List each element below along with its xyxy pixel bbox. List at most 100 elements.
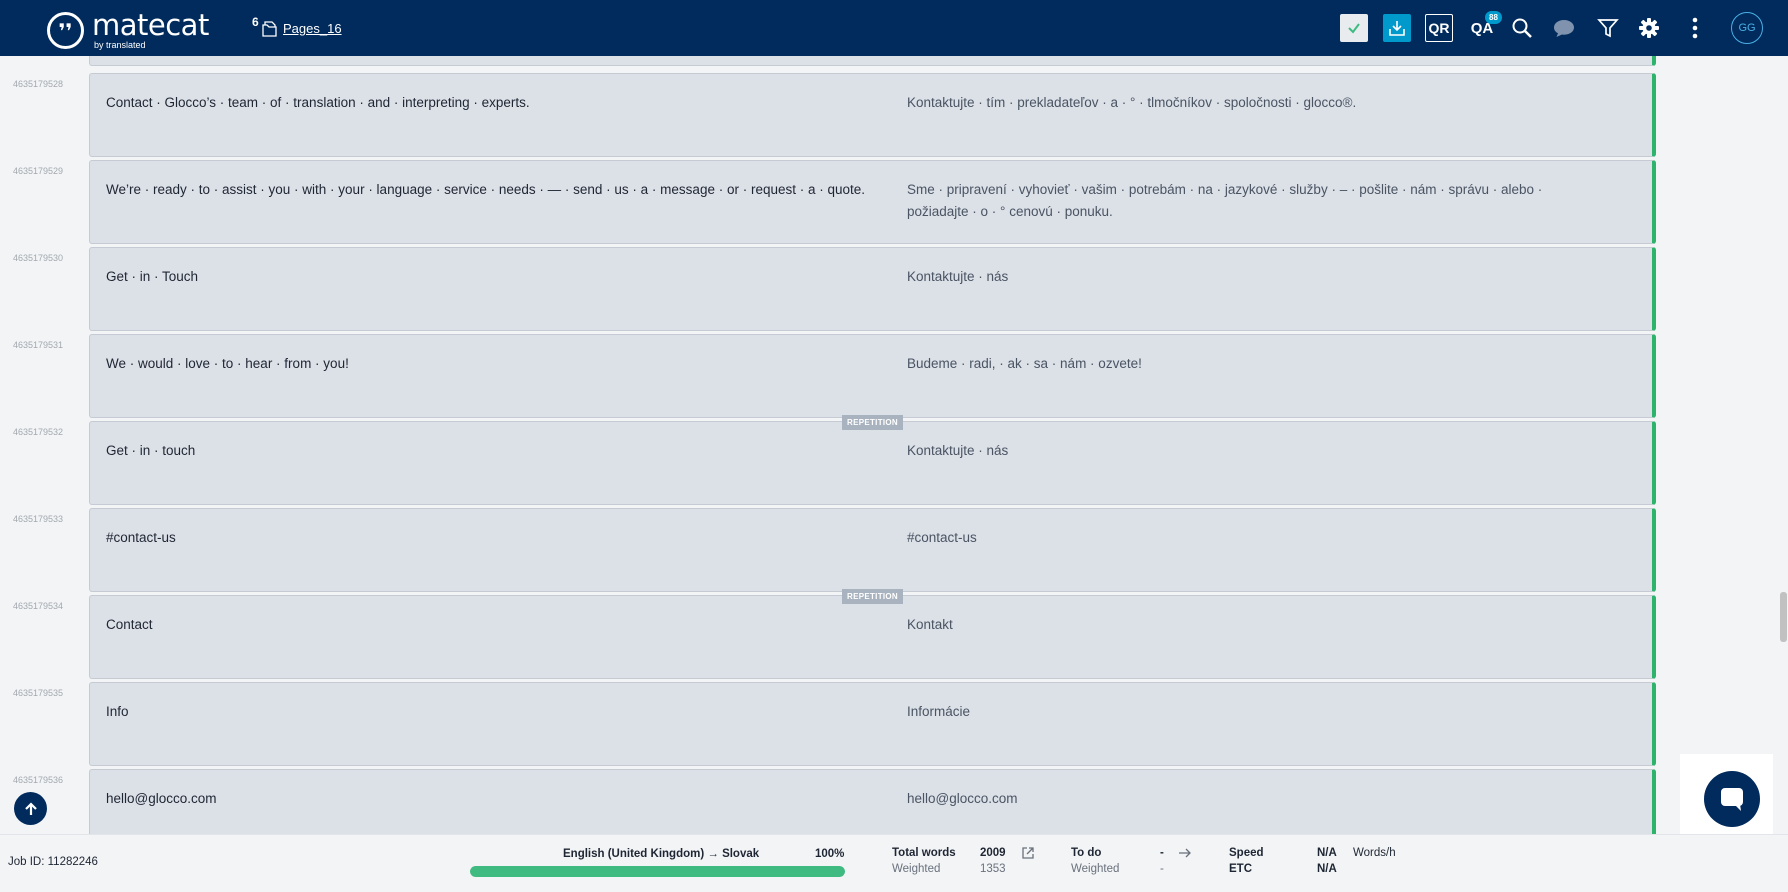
download-icon xyxy=(1389,21,1405,36)
segment-source: hello@glocco.com xyxy=(106,791,217,806)
segment-row[interactable]: 4635179531 We · would · love · to · hear… xyxy=(0,334,1778,418)
repetition-badge: REPETITION xyxy=(842,589,904,604)
etc-value: N/A xyxy=(1317,863,1337,875)
segment-id: 4635179528 xyxy=(13,79,64,89)
qa-button[interactable]: QA 88 xyxy=(1467,11,1502,42)
segment-source: Contact · Glocco’s · team · of · transla… xyxy=(106,95,530,110)
search-button[interactable] xyxy=(1508,14,1536,42)
segment-box[interactable]: Get · in · Touch Kontaktujte · nás xyxy=(89,247,1656,331)
segment-row[interactable]: 4635179528 Contact · Glocco’s · team · o… xyxy=(0,73,1778,157)
user-avatar[interactable]: GG xyxy=(1731,12,1763,44)
filter-icon xyxy=(1597,19,1619,38)
scrollbar-thumb[interactable] xyxy=(1780,592,1787,642)
chat-button[interactable] xyxy=(1704,771,1760,827)
segment-target[interactable]: hello@glocco.com xyxy=(907,788,1607,810)
external-link-icon[interactable] xyxy=(1021,846,1035,860)
total-words-value: 2009 xyxy=(980,847,1006,859)
scroll-to-top-button[interactable] xyxy=(14,792,47,825)
segment-target[interactable]: Kontaktujte · nás xyxy=(907,440,1607,462)
segment-source: We’re · ready · to · assist · you · with… xyxy=(106,182,866,197)
segment-list: 4635179528 Contact · Glocco’s · team · o… xyxy=(0,56,1778,834)
segment-box[interactable]: #contact-us #contact-us xyxy=(89,508,1656,592)
todo-value: - xyxy=(1160,847,1164,859)
comment-icon xyxy=(1554,20,1574,37)
brand-name: matecat xyxy=(92,8,209,42)
segment-row[interactable]: 4635179536 hello@glocco.com hello@glocco… xyxy=(0,769,1778,834)
weighted-value: 1353 xyxy=(980,863,1006,875)
speed-label: Speed xyxy=(1229,847,1264,859)
segment-row[interactable]: 4635179535 Info Informácie xyxy=(0,682,1778,766)
segment-box[interactable]: We’re · ready · to · assist · you · with… xyxy=(89,160,1656,244)
gear-icon xyxy=(1639,18,1659,38)
segment-source: We · would · love · to · hear · from · y… xyxy=(106,356,349,371)
filter-button[interactable] xyxy=(1594,14,1622,42)
etc-label: ETC xyxy=(1229,863,1252,875)
matecat-logo[interactable]: ❜❜ matecat by translated xyxy=(47,11,209,50)
segment-id: 4635179535 xyxy=(13,688,64,698)
chat-widget xyxy=(1680,754,1773,845)
qa-badge: 88 xyxy=(1485,11,1502,24)
pages-count: 6 xyxy=(252,15,259,29)
segment-row[interactable]: 4635179533 #contact-us #contact-us xyxy=(0,508,1778,592)
segment-target[interactable]: Informácie xyxy=(907,701,1607,723)
segment-target[interactable]: Kontaktujte · tím · prekladateľov · a · … xyxy=(907,92,1607,114)
segment-target[interactable]: #contact-us xyxy=(907,527,1607,549)
segment-id: 4635179532 xyxy=(13,427,64,437)
more-vertical-icon xyxy=(1692,17,1698,39)
repetition-badge: REPETITION xyxy=(842,415,904,430)
progress-percent: 100% xyxy=(815,848,845,860)
segment-box[interactable]: hello@glocco.com hello@glocco.com xyxy=(89,769,1656,834)
files-icon xyxy=(262,21,277,37)
segment-row[interactable]: 4635179534 REPETITION Contact Kontakt xyxy=(0,589,1778,679)
progress-bar xyxy=(470,866,845,877)
segment-source: Get · in · touch xyxy=(106,443,196,458)
segment-target[interactable]: Sme · pripravení · vyhovieť · vašim · po… xyxy=(907,179,1607,223)
pages-name-link[interactable]: Pages_16 xyxy=(283,21,342,36)
segment-row[interactable]: 4635179532 REPETITION Get · in · touch K… xyxy=(0,415,1778,505)
segment-id: 4635179534 xyxy=(13,601,64,611)
chat-icon xyxy=(1721,788,1743,811)
todo-weighted-label: Weighted xyxy=(1071,863,1120,875)
segment-target[interactable]: Kontakt xyxy=(907,614,1607,636)
segment-row[interactable]: 4635179530 Get · in · Touch Kontaktujte … xyxy=(0,247,1778,331)
segment-target[interactable]: Kontaktujte · nás xyxy=(907,266,1607,288)
language-pair: English (United Kingdom) → Slovak xyxy=(563,848,760,860)
segment-source: Contact xyxy=(106,617,153,632)
brand-sub: by translated xyxy=(94,40,146,50)
segment-box[interactable]: REPETITION Contact Kontakt xyxy=(89,589,1656,679)
segment-source: Info xyxy=(106,704,129,719)
download-button[interactable] xyxy=(1383,14,1411,42)
segment-target[interactable]: Budeme · radi, · ak · sa · nám · ozvete! xyxy=(907,353,1607,375)
speed-unit: Words/h xyxy=(1353,847,1396,859)
segment-row[interactable]: 4635179529 We’re · ready · to · assist ·… xyxy=(0,160,1778,244)
quality-report-button[interactable]: QR xyxy=(1425,14,1453,42)
progress-fill xyxy=(470,866,845,877)
comments-button[interactable] xyxy=(1550,14,1578,42)
arrow-up-icon xyxy=(24,801,37,815)
arrow-right-icon[interactable] xyxy=(1178,847,1192,859)
segment-id: 4635179531 xyxy=(13,340,64,350)
logo-quote-icon: ❜❜ xyxy=(47,12,84,49)
segment-row-partial[interactable] xyxy=(89,56,1656,66)
segment-source: Get · in · Touch xyxy=(106,269,199,284)
segment-box[interactable]: Contact · Glocco’s · team · of · transla… xyxy=(89,73,1656,157)
segment-box[interactable]: We · would · love · to · hear · from · y… xyxy=(89,334,1656,418)
search-icon xyxy=(1512,18,1532,38)
settings-button[interactable] xyxy=(1635,14,1663,42)
segment-id: 4635179529 xyxy=(13,166,64,176)
segment-source: #contact-us xyxy=(106,530,176,545)
top-bar: ❜❜ matecat by translated 6 Pages_16 QR Q… xyxy=(0,0,1788,56)
total-words-label: Total words xyxy=(892,847,956,859)
todo-label: To do xyxy=(1071,847,1102,859)
more-menu-button[interactable] xyxy=(1681,14,1709,42)
segment-box[interactable]: Info Informácie xyxy=(89,682,1656,766)
job-id: Job ID: 11282246 xyxy=(8,856,98,868)
segment-box[interactable]: REPETITION Get · in · touch Kontaktujte … xyxy=(89,415,1656,505)
segment-id: 4635179533 xyxy=(13,514,64,524)
speed-value: N/A xyxy=(1317,847,1337,859)
check-icon xyxy=(1348,23,1360,34)
segment-id: 4635179536 xyxy=(13,775,64,785)
segment-id: 4635179530 xyxy=(13,253,64,263)
mark-complete-button[interactable] xyxy=(1340,14,1368,42)
file-selector[interactable]: 6 Pages_16 xyxy=(252,14,342,38)
